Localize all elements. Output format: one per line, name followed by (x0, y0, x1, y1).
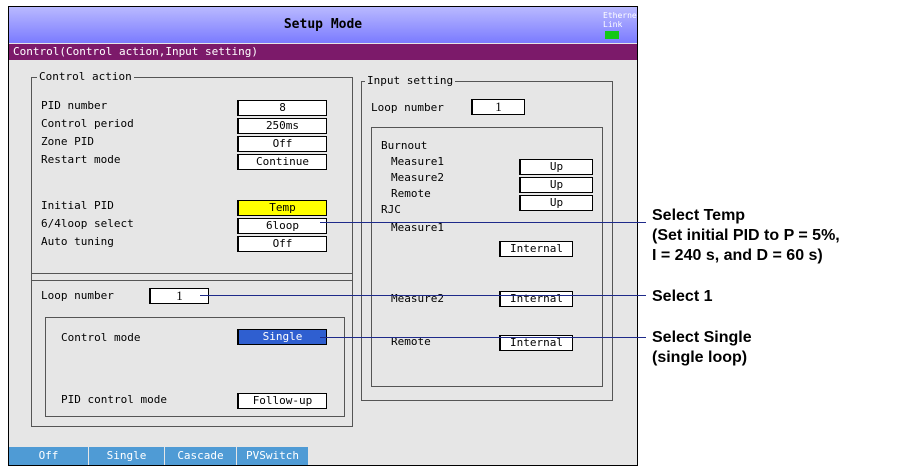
callout-temp-line2: (Set initial PID to P = 5%, (652, 227, 840, 244)
callout-temp: Select Temp (Set initial PID to P = 5%, … (652, 206, 840, 266)
rjc-measure2-field[interactable]: Internal (499, 291, 573, 307)
control-action-heading: Control action (37, 70, 134, 83)
softkey-off[interactable]: Off (9, 447, 89, 465)
restart-mode-label: Restart mode (41, 153, 121, 166)
rjc-label: RJC (381, 203, 401, 216)
pid-number-field[interactable]: 8 (237, 100, 327, 116)
link-led-icon (605, 31, 619, 39)
loop-leader-line (200, 295, 646, 296)
callout-single: Select Single (single loop) (652, 328, 752, 368)
burnout-remote-label: Remote (391, 187, 431, 200)
burnout-measure1-field[interactable]: Up (519, 159, 593, 175)
callout-loop: Select 1 (652, 287, 712, 307)
burnout-measure2-label: Measure2 (391, 171, 444, 184)
pid-number-label: PID number (41, 99, 108, 112)
restart-mode-field[interactable]: Continue (237, 154, 327, 170)
initial-pid-label: Initial PID (41, 199, 114, 212)
burnout-remote-field[interactable]: Up (519, 195, 593, 211)
loop-select-label: 6/4loop select (41, 217, 134, 230)
softkey-cascade[interactable]: Cascade (165, 447, 237, 465)
control-period-field[interactable]: 250ms (237, 118, 327, 134)
input-loop-number-label: Loop number (371, 101, 444, 114)
softkey-bar: Off Single Cascade PVSwitch (9, 447, 637, 465)
ethernet-label: Ethernet (603, 11, 638, 20)
pid-control-mode-field[interactable]: Follow-up (237, 393, 327, 409)
auto-tuning-field[interactable]: Off (237, 236, 327, 252)
input-loop-number-field[interactable]: 1 (471, 99, 525, 115)
pid-control-mode-label: PID control mode (61, 393, 167, 406)
control-mode-field[interactable]: Single (237, 329, 327, 345)
zone-pid-label: Zone PID (41, 135, 94, 148)
softkey-single[interactable]: Single (89, 447, 165, 465)
burnout-label: Burnout (381, 139, 428, 152)
loop-select-field[interactable]: 6loop (237, 218, 327, 234)
callout-loop-line1: Select 1 (652, 288, 713, 305)
ethernet-status: Ethernet Link (603, 11, 637, 39)
link-label: Link (603, 20, 623, 29)
sub-title-bar: Control(Control action,Input setting) (9, 44, 637, 60)
control-period-label: Control period (41, 117, 134, 130)
setup-mode-screen: Setup Mode Ethernet Link Control(Control… (8, 6, 638, 466)
temp-leader-line (320, 222, 646, 223)
callout-single-line2: (single loop) (652, 349, 748, 366)
input-setting-heading: Input setting (365, 74, 456, 87)
callout-temp-line3: I = 240 s, and D = 60 s) (652, 247, 823, 264)
rjc-measure1-field[interactable]: Internal (499, 241, 573, 257)
auto-tuning-label: Auto tuning (41, 235, 114, 248)
control-mode-label: Control mode (61, 331, 141, 344)
initial-pid-field[interactable]: Temp (237, 200, 327, 216)
burnout-measure2-field[interactable]: Up (519, 177, 593, 193)
callout-single-line1: Select Single (652, 329, 752, 346)
loop-number-label: Loop number (41, 289, 114, 302)
title-bar: Setup Mode Ethernet Link (9, 7, 637, 43)
single-leader-line (320, 337, 646, 338)
softkey-pvswitch[interactable]: PVSwitch (237, 447, 309, 465)
burnout-measure1-label: Measure1 (391, 155, 444, 168)
rjc-measure1-label: Measure1 (391, 221, 444, 234)
zone-pid-field[interactable]: Off (237, 136, 327, 152)
callout-temp-line1: Select Temp (652, 207, 746, 224)
screen-title: Setup Mode (283, 17, 363, 32)
loop-number-field[interactable]: 1 (149, 288, 209, 304)
